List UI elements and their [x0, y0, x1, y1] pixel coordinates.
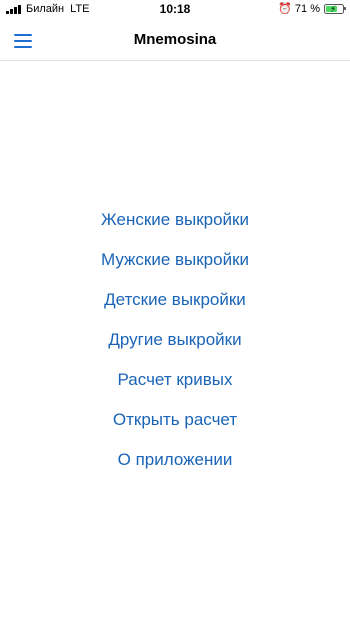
menu-item-about[interactable]: О приложении	[118, 440, 233, 480]
signal-icon	[6, 4, 22, 14]
network-type: LTE	[70, 3, 90, 15]
status-right: ⏰ 71 % ⚡	[278, 2, 346, 15]
status-bar: Билайн LTE 10:18 ⏰ 71 % ⚡	[0, 0, 350, 20]
navigation-bar: Mnemosina	[0, 20, 350, 61]
menu-item-other-patterns[interactable]: Другие выкройки	[108, 320, 241, 360]
main-menu: Женские выкройки Мужские выкройки Детски…	[0, 200, 350, 480]
menu-item-kids-patterns[interactable]: Детские выкройки	[104, 280, 246, 320]
battery-percent: 71 %	[294, 2, 320, 15]
carrier-name: Билайн	[26, 3, 65, 15]
app-screen: Билайн LTE 10:18 ⏰ 71 % ⚡ Mnemosina Женс…	[0, 0, 350, 622]
alarm-icon: ⏰	[278, 3, 292, 15]
battery-icon: ⚡	[324, 3, 346, 14]
charging-icon: ⚡	[330, 3, 337, 14]
menu-item-open-calculation[interactable]: Открыть расчет	[113, 400, 237, 440]
menu-item-curve-calculation[interactable]: Расчет кривых	[118, 360, 233, 400]
menu-item-mens-patterns[interactable]: Мужские выкройки	[101, 240, 249, 280]
menu-item-womens-patterns[interactable]: Женские выкройки	[101, 200, 249, 240]
page-title: Mnemosina	[133, 31, 217, 48]
status-left: Билайн LTE	[6, 3, 89, 15]
